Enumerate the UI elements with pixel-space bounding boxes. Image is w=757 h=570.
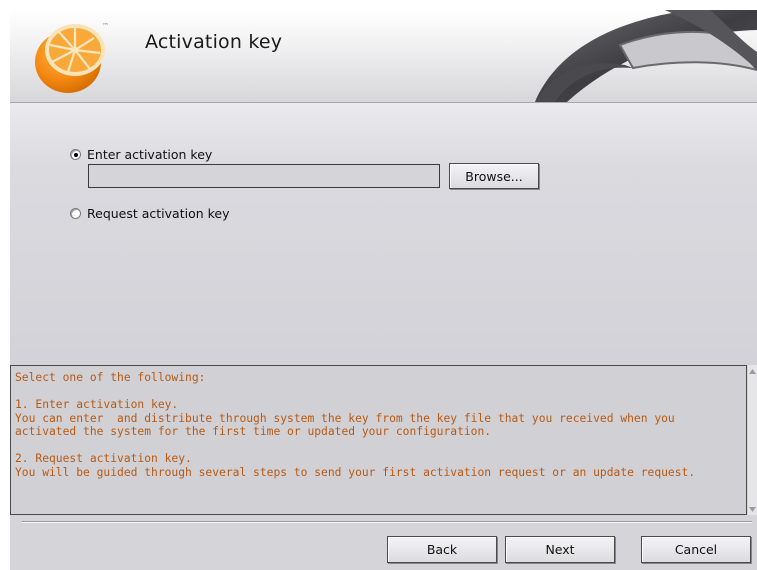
enter-key-radio[interactable]	[70, 149, 81, 160]
back-button[interactable]: Back	[387, 536, 497, 563]
info-text-box[interactable]: Select one of the following: 1. Enter ac…	[10, 365, 747, 515]
scroll-up-arrow-icon[interactable]	[748, 365, 757, 377]
enter-key-label: Enter activation key	[87, 147, 213, 162]
dialog-header: ™ Activation key	[10, 10, 757, 102]
page-title: Activation key	[145, 31, 283, 53]
info-line: You will be guided through several steps…	[15, 465, 696, 479]
info-line: Select one of the following:	[15, 371, 206, 384]
trademark-symbol: ™	[102, 22, 109, 30]
orange-logo-icon: ™	[35, 22, 109, 93]
activation-dialog: ™ Activation key Enter activation key Br…	[10, 10, 757, 570]
footer-divider	[22, 521, 752, 523]
cancel-button[interactable]: Cancel	[641, 536, 751, 563]
info-line: You can enter and distribute through sys…	[15, 411, 675, 425]
option-enter-key[interactable]: Enter activation key	[70, 147, 212, 162]
info-line: 2. Request activation key.	[15, 452, 192, 465]
info-line: activated the system for the first time …	[15, 425, 492, 438]
options-panel: Enter activation key Browse... Request a…	[10, 103, 757, 365]
info-scrollbar[interactable]	[748, 365, 757, 515]
decorative-ribbon	[535, 10, 757, 102]
option-request-key[interactable]: Request activation key	[70, 206, 230, 221]
info-line: 1. Enter activation key.	[15, 398, 179, 411]
activation-key-input[interactable]	[88, 164, 440, 188]
request-key-radio[interactable]	[70, 208, 81, 219]
request-key-label: Request activation key	[87, 206, 230, 221]
browse-button[interactable]: Browse...	[449, 163, 539, 189]
next-button[interactable]: Next	[505, 536, 615, 563]
scroll-down-arrow-icon[interactable]	[748, 503, 757, 515]
